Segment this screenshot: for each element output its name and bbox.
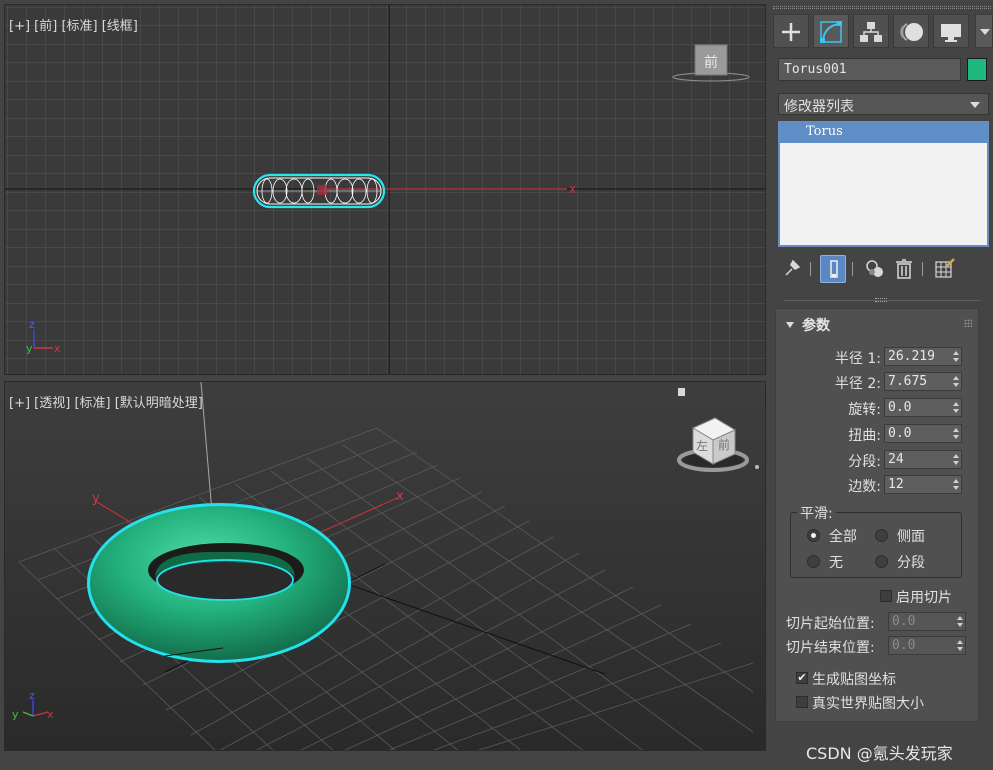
perspective-viewport[interactable]: y x 左 前 z y x [+] [透视] [标准] [默认明暗处理] bbox=[4, 381, 766, 751]
modifier-stack[interactable]: Torus bbox=[778, 121, 989, 247]
make-unique-icon bbox=[866, 260, 883, 277]
x-axis-label: x bbox=[569, 182, 576, 196]
display-monitor-icon bbox=[941, 24, 961, 42]
show-end-result-icon bbox=[830, 260, 838, 278]
slice-to-spinner[interactable]: 0.0 bbox=[888, 636, 966, 655]
smooth-group: 平滑: 全部 侧面 无 分段 bbox=[790, 503, 962, 578]
rollout-title[interactable]: 参数 bbox=[786, 315, 830, 335]
light-icon[interactable] bbox=[678, 388, 685, 396]
front-viewport-label[interactable]: [+] [前] [标准] [线框] bbox=[9, 15, 138, 34]
svg-text:x: x bbox=[47, 708, 54, 721]
svg-text:前: 前 bbox=[718, 437, 730, 452]
plus-icon bbox=[782, 23, 800, 41]
command-panel-tabs bbox=[771, 14, 993, 50]
remove-modifier-icon bbox=[896, 259, 912, 279]
chevron-down-icon bbox=[970, 102, 980, 108]
svg-text:z: z bbox=[29, 318, 35, 331]
front-grid: x 前 z y x bbox=[5, 5, 765, 374]
svg-text:z: z bbox=[29, 689, 35, 702]
tabs-overflow-dropdown[interactable] bbox=[975, 14, 993, 48]
parameters-rollout: 参数 半径 1: 26.219 半径 2: 7.675 旋转: 0.0 扭曲: … bbox=[775, 308, 979, 722]
y-axis-label: y bbox=[92, 491, 100, 506]
perspective-scene: y x 左 前 z y x bbox=[12, 382, 759, 750]
hierarchy-icon bbox=[860, 22, 882, 42]
param-twist: 扭曲: 0.0 bbox=[776, 424, 980, 444]
svg-text:前: 前 bbox=[704, 54, 718, 71]
object-name-field[interactable]: Torus001 bbox=[778, 58, 961, 81]
tab-create[interactable] bbox=[773, 14, 809, 48]
param-radius2: 半径 2: 7.675 bbox=[776, 372, 980, 392]
x-axis-label: x bbox=[396, 489, 404, 504]
param-sides: 边数: 12 bbox=[776, 475, 980, 495]
svg-text:x: x bbox=[54, 342, 61, 355]
param-rotation: 旋转: 0.0 bbox=[776, 398, 980, 418]
stack-toolbar bbox=[779, 255, 989, 285]
pin-stack-button[interactable] bbox=[779, 255, 805, 283]
param-radius1: 半径 1: 26.219 bbox=[776, 347, 980, 367]
tab-modify[interactable] bbox=[813, 14, 849, 48]
torus-object[interactable] bbox=[87, 503, 351, 663]
smooth-segment-radio[interactable] bbox=[875, 555, 888, 568]
smooth-sides-radio[interactable] bbox=[875, 529, 888, 542]
axis-triad: z y x bbox=[12, 689, 54, 721]
perspective-viewport-label[interactable]: [+] [透视] [标准] [默认明暗处理] bbox=[9, 392, 203, 411]
param-segments: 分段: 24 bbox=[776, 450, 980, 470]
twist-spinner[interactable]: 0.0 bbox=[884, 424, 962, 443]
rotation-spinner[interactable]: 0.0 bbox=[884, 398, 962, 417]
modifier-list-label: 修改器列表 bbox=[784, 99, 854, 115]
tab-motion[interactable] bbox=[893, 14, 929, 48]
watermark: CSDN @氪头发玩家 bbox=[806, 744, 953, 763]
front-viewport[interactable]: x 前 z y x [+] [前] [标准] [线框] bbox=[4, 4, 766, 375]
configure-modifier-sets-icon bbox=[935, 258, 955, 278]
gen-mapping-checkbox[interactable]: ✔ bbox=[796, 672, 808, 684]
panel-grip[interactable] bbox=[773, 6, 991, 9]
motion-icon bbox=[899, 23, 923, 41]
segments-spinner[interactable]: 24 bbox=[884, 450, 962, 469]
slice-from-spinner[interactable]: 0.0 bbox=[888, 612, 966, 631]
modify-curve-icon bbox=[820, 21, 842, 43]
show-end-result-button[interactable] bbox=[820, 255, 846, 283]
svg-text:左: 左 bbox=[696, 438, 708, 453]
param-slice-to: 切片结束位置: 0.0 bbox=[776, 636, 980, 656]
tab-display[interactable] bbox=[933, 14, 969, 48]
modifier-list-dropdown[interactable]: 修改器列表 bbox=[778, 93, 989, 115]
radius2-spinner[interactable]: 7.675 bbox=[884, 372, 962, 391]
stack-splitter[interactable] bbox=[875, 298, 887, 302]
radius1-spinner[interactable]: 26.219 bbox=[884, 347, 962, 366]
configure-modifier-sets-button[interactable] bbox=[931, 255, 957, 283]
make-unique-button[interactable] bbox=[861, 255, 887, 283]
param-slice-from: 切片起始位置: 0.0 bbox=[776, 612, 980, 632]
pin-stack-icon bbox=[785, 259, 801, 276]
viewcube[interactable]: 左 前 bbox=[677, 417, 759, 472]
command-panel: Torus001 修改器列表 Torus 参数 半径 1: 26.219 半径 … bbox=[771, 0, 993, 770]
svg-text:y: y bbox=[12, 708, 19, 721]
slice-on-checkbox[interactable] bbox=[880, 590, 892, 602]
smooth-none-radio[interactable] bbox=[807, 555, 820, 568]
stack-item-torus[interactable]: Torus bbox=[780, 123, 987, 143]
rollout-grip[interactable] bbox=[964, 319, 972, 327]
sides-spinner[interactable]: 12 bbox=[884, 475, 962, 494]
smooth-all-radio[interactable] bbox=[807, 529, 820, 542]
object-color-swatch[interactable] bbox=[967, 58, 987, 81]
tab-hierarchy[interactable] bbox=[853, 14, 889, 48]
svg-text:y: y bbox=[26, 342, 33, 355]
remove-modifier-button[interactable] bbox=[891, 255, 917, 283]
real-world-checkbox[interactable] bbox=[796, 696, 808, 708]
